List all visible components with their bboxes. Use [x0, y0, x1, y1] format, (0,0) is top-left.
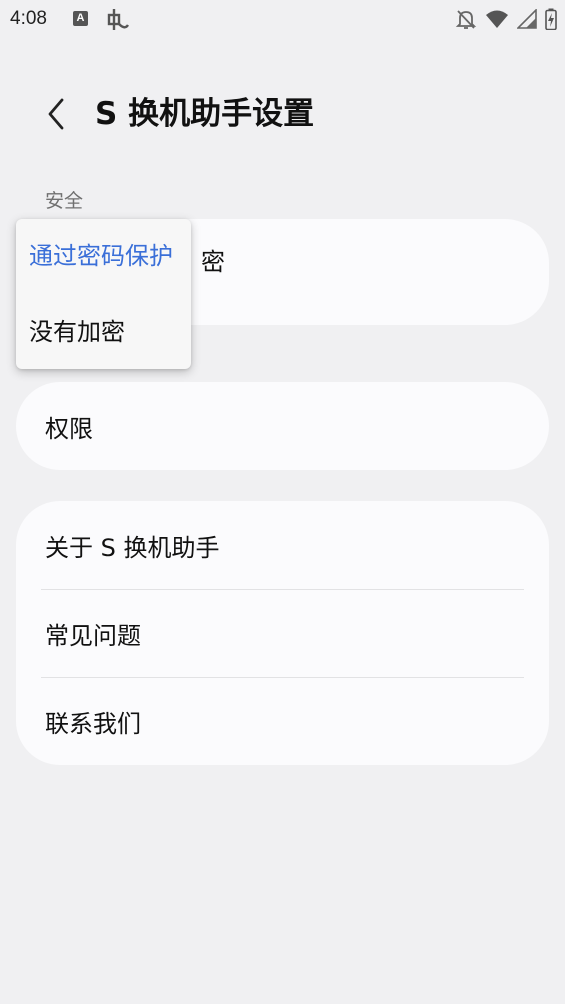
permissions-label: 权限 [45, 414, 93, 443]
encryption-row-label: 密 [201, 247, 225, 276]
battery-charging-icon [545, 8, 557, 30]
contact-us-row[interactable]: 联系我们 [16, 678, 549, 765]
encryption-options-popup: 通过密码保护 没有加密 [16, 219, 191, 369]
option-no-encryption[interactable]: 没有加密 [29, 316, 125, 348]
about-row[interactable]: 关于 S 换机助手 [16, 501, 549, 589]
wifi-icon [486, 10, 508, 28]
signal-icon [517, 9, 537, 29]
app-header: S 换机助手设置 [0, 80, 565, 150]
a-notification-icon: A [73, 11, 88, 26]
faq-label: 常见问题 [45, 622, 141, 650]
section-label-security: 安全 [45, 190, 84, 212]
permissions-card: 权限 [16, 382, 549, 470]
status-bar: 4:08 A [0, 0, 565, 40]
page-title: S 换机助手设置 [95, 96, 315, 132]
back-button[interactable] [36, 92, 76, 136]
chevron-left-icon [48, 98, 64, 130]
contact-us-label: 联系我们 [45, 710, 141, 738]
status-time: 4:08 [10, 8, 47, 29]
option-password-protection[interactable]: 通过密码保护 [29, 240, 173, 272]
bug-icon [107, 9, 129, 30]
mute-bell-icon [455, 10, 477, 29]
status-icons [455, 6, 557, 32]
about-label: 关于 S 换机助手 [45, 533, 220, 562]
permissions-row[interactable]: 权限 [16, 382, 549, 470]
faq-row[interactable]: 常见问题 [16, 590, 549, 677]
info-card: 关于 S 换机助手 常见问题 联系我们 [16, 501, 549, 765]
